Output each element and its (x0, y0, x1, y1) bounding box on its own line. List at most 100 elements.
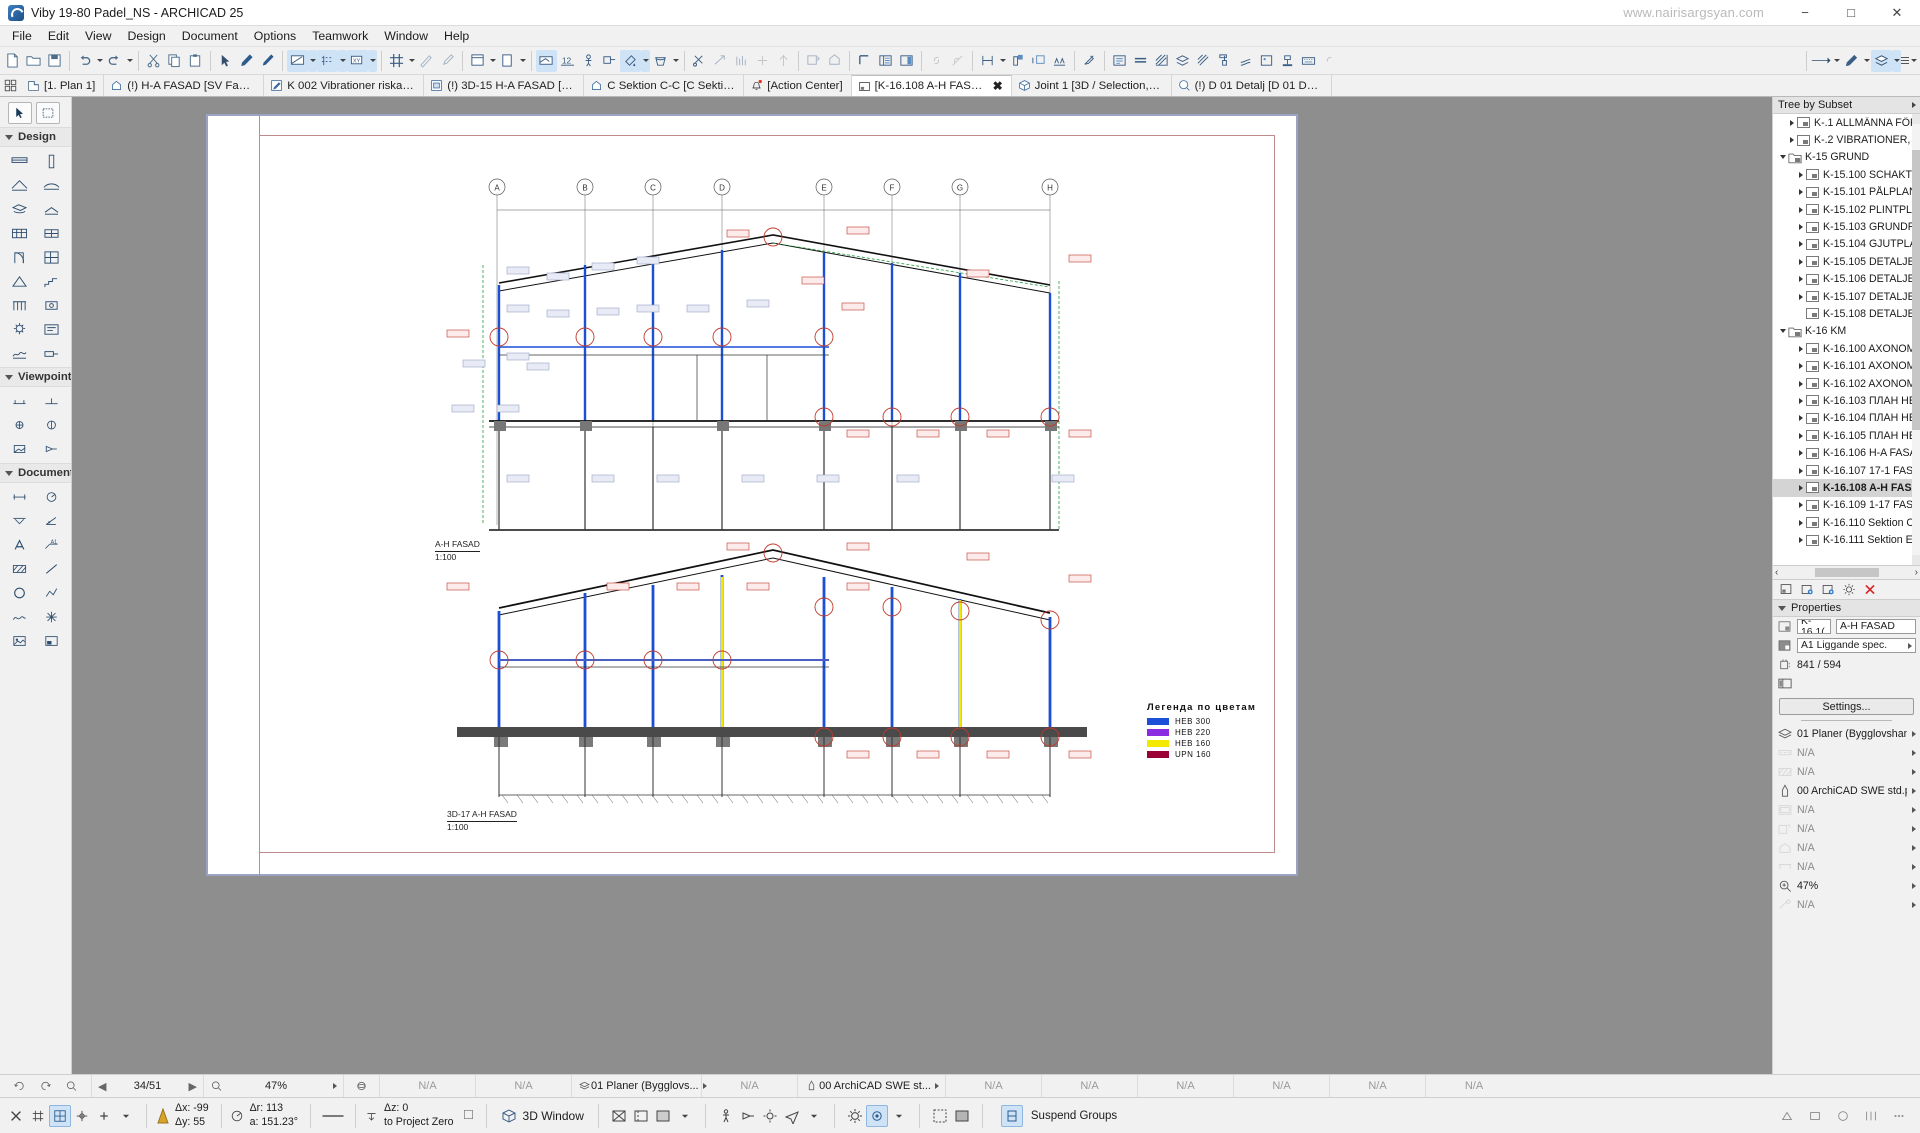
render-dropdown-icon[interactable] (888, 1105, 910, 1127)
split-icon[interactable] (773, 50, 794, 72)
dimension-tool-icon[interactable] (4, 485, 36, 509)
morph-tool-icon[interactable] (36, 221, 68, 245)
window-tool-icon[interactable] (36, 245, 68, 269)
close-button[interactable]: ✕ (1874, 0, 1920, 26)
roof-tool-icon[interactable] (36, 197, 68, 221)
redo-dropdown-icon[interactable] (125, 50, 134, 72)
wireframe-icon[interactable] (608, 1105, 630, 1127)
hotspot-tool-icon[interactable] (36, 605, 68, 629)
link-icon[interactable] (926, 50, 947, 72)
navigator-tree-item[interactable]: K-15.101 PÅLPLAN (1773, 184, 1920, 201)
guide-lines-icon[interactable] (317, 49, 338, 72)
chevron-right-icon[interactable] (1795, 189, 1806, 195)
navigator-tree-item[interactable]: K-15.108 DETALJER (1773, 305, 1920, 322)
coordinates-dropdown-icon[interactable] (368, 49, 377, 72)
property-row[interactable]: N/A (1773, 857, 1920, 876)
layer-combination-status[interactable]: 01 Planer (Bygglovs... (572, 1075, 707, 1097)
save-icon[interactable] (44, 50, 65, 72)
angle-dimension-tool-icon[interactable]: α (36, 509, 68, 533)
toolbar-overflow-icon[interactable] (1901, 50, 1909, 72)
layer-visibility-dropdown-icon[interactable] (1892, 49, 1901, 72)
chain-icon[interactable] (1319, 50, 1340, 72)
measure-tool-icon[interactable] (287, 49, 308, 72)
chevron-right-icon[interactable] (1795, 468, 1806, 474)
paste-icon[interactable] (185, 50, 206, 72)
properties-panel-icon[interactable] (1109, 50, 1130, 72)
chevron-right-icon[interactable] (1912, 730, 1916, 737)
menu-teamwork[interactable]: Teamwork (304, 27, 376, 45)
property-row[interactable]: N/A (1773, 819, 1920, 838)
toolbar-overflow-caret-icon[interactable] (1909, 50, 1918, 72)
cut-icon[interactable] (143, 50, 164, 72)
lamp-tool-icon[interactable] (4, 317, 36, 341)
navigator-header[interactable]: Tree by Subset (1773, 97, 1920, 114)
property-row[interactable]: N/A (1773, 762, 1920, 781)
add-node-icon[interactable] (752, 50, 773, 72)
menu-options[interactable]: Options (246, 27, 304, 45)
line-tool-icon[interactable] (36, 557, 68, 581)
property-row[interactable]: 00 ArchiCAD SWE std.pennor (... (1773, 781, 1920, 800)
camera-path-icon[interactable] (737, 1105, 759, 1127)
layout-id-field[interactable]: K-16.1( (1797, 619, 1831, 634)
pen-tool-icon[interactable] (236, 50, 257, 72)
fill-tool-icon[interactable] (4, 557, 36, 581)
chevron-right-icon[interactable] (1786, 137, 1797, 143)
property-row[interactable]: N/A (1773, 800, 1920, 819)
solid-box-icon[interactable] (951, 1105, 973, 1127)
chevron-right-icon[interactable] (1912, 749, 1916, 756)
tree-horizontal-scrollbar[interactable]: ‹ › (1773, 566, 1920, 580)
chevron-right-icon[interactable] (1795, 207, 1806, 213)
chevron-right-icon[interactable] (1912, 787, 1916, 794)
toolbox-section-design[interactable]: Design (0, 127, 71, 147)
tree-scroll-up-icon[interactable] (1912, 114, 1920, 124)
pen-preview[interactable] (315, 1098, 351, 1133)
skylight-tool-icon[interactable] (4, 269, 36, 293)
navigator-tree-item[interactable]: K-16.109 1-17 FASA (1773, 497, 1920, 514)
navigator-tree-item[interactable]: K-16.107 17-1 FASA (1773, 462, 1920, 479)
navigator-tree-item[interactable]: K-16.102 AXONOMI (1773, 375, 1920, 392)
chevron-right-icon[interactable] (1795, 537, 1806, 543)
copy-icon[interactable] (164, 50, 185, 72)
navigator-tree-item[interactable]: K-15.100 SCHAKTPL (1773, 166, 1920, 183)
zoom-fit-icon[interactable] (65, 1080, 78, 1092)
zoom-next-icon[interactable] (39, 1080, 52, 1092)
chevron-right-icon[interactable] (1795, 485, 1806, 491)
menu-document[interactable]: Document (174, 27, 246, 45)
section-tool-icon[interactable] (4, 389, 36, 413)
zoom-previous-icon[interactable] (13, 1080, 26, 1092)
maximize-button[interactable]: □ (1828, 0, 1874, 26)
scroll-left-icon[interactable]: ‹ (1775, 567, 1778, 578)
railing-tool-icon[interactable] (4, 293, 36, 317)
chevron-right-icon[interactable] (1795, 502, 1806, 508)
person-walk-icon[interactable] (715, 1105, 737, 1127)
chevron-right-icon[interactable] (1912, 102, 1916, 108)
chevron-right-icon[interactable] (1795, 433, 1806, 439)
detail-tool-icon[interactable] (4, 437, 36, 461)
navigator-tree-item[interactable]: K-16.110 Sektion C- (1773, 514, 1920, 531)
story-levels-icon[interactable] (977, 50, 998, 72)
mesh-tool-icon[interactable] (4, 341, 36, 365)
new-subset-icon[interactable] (1800, 583, 1814, 596)
page-navigator[interactable]: ◀ 34/51 ▶ (92, 1075, 204, 1097)
interior-elevation-tool-icon[interactable] (4, 413, 36, 437)
chevron-right-icon[interactable] (1912, 882, 1916, 889)
navigator-tree-item[interactable]: K-16.101 AXONOMI (1773, 357, 1920, 374)
line-style-dropdown-icon[interactable] (1832, 50, 1841, 72)
hatch-icon[interactable] (1151, 50, 1172, 72)
building-material-icon[interactable] (1172, 50, 1193, 72)
menu-help[interactable]: Help (436, 27, 477, 45)
nav-dropdown-icon[interactable] (803, 1105, 825, 1127)
delta-z-tracker[interactable]: Δz: 0 to Project Zero (360, 1098, 481, 1133)
mep-tool-icon[interactable] (36, 341, 68, 365)
texture-icon[interactable] (1193, 50, 1214, 72)
chevron-right-icon[interactable] (1795, 398, 1806, 404)
chevron-right-icon[interactable] (1795, 241, 1806, 247)
arrow-select-tool[interactable] (8, 102, 32, 124)
object-tool-icon[interactable] (36, 293, 68, 317)
menu-window[interactable]: Window (376, 27, 436, 45)
zoom-control[interactable]: 47% (204, 1075, 344, 1097)
menu-design[interactable]: Design (119, 27, 173, 45)
navigator-tree-item[interactable]: K-16.106 H-A FASAD (1773, 444, 1920, 461)
tab-joint-1[interactable]: Joint 1 [3D / Selection, Stor... (1011, 75, 1172, 96)
beam-tool-icon[interactable] (4, 173, 36, 197)
